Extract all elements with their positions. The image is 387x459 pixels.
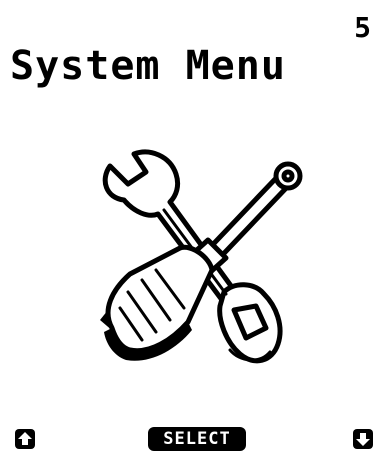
wrench-and-screwdriver-icon: [100, 149, 303, 364]
page-number: 5: [354, 11, 371, 44]
select-softkey[interactable]: SELECT: [148, 427, 246, 451]
menu-title: System Menu: [10, 43, 286, 89]
up-softkey[interactable]: [13, 426, 37, 452]
select-label: SELECT: [163, 428, 231, 449]
arrow-down-icon: [352, 428, 374, 450]
arrow-up-icon: [14, 428, 36, 450]
device-screen: 5 System Menu SELECT: [0, 0, 387, 459]
down-softkey[interactable]: [351, 426, 375, 452]
